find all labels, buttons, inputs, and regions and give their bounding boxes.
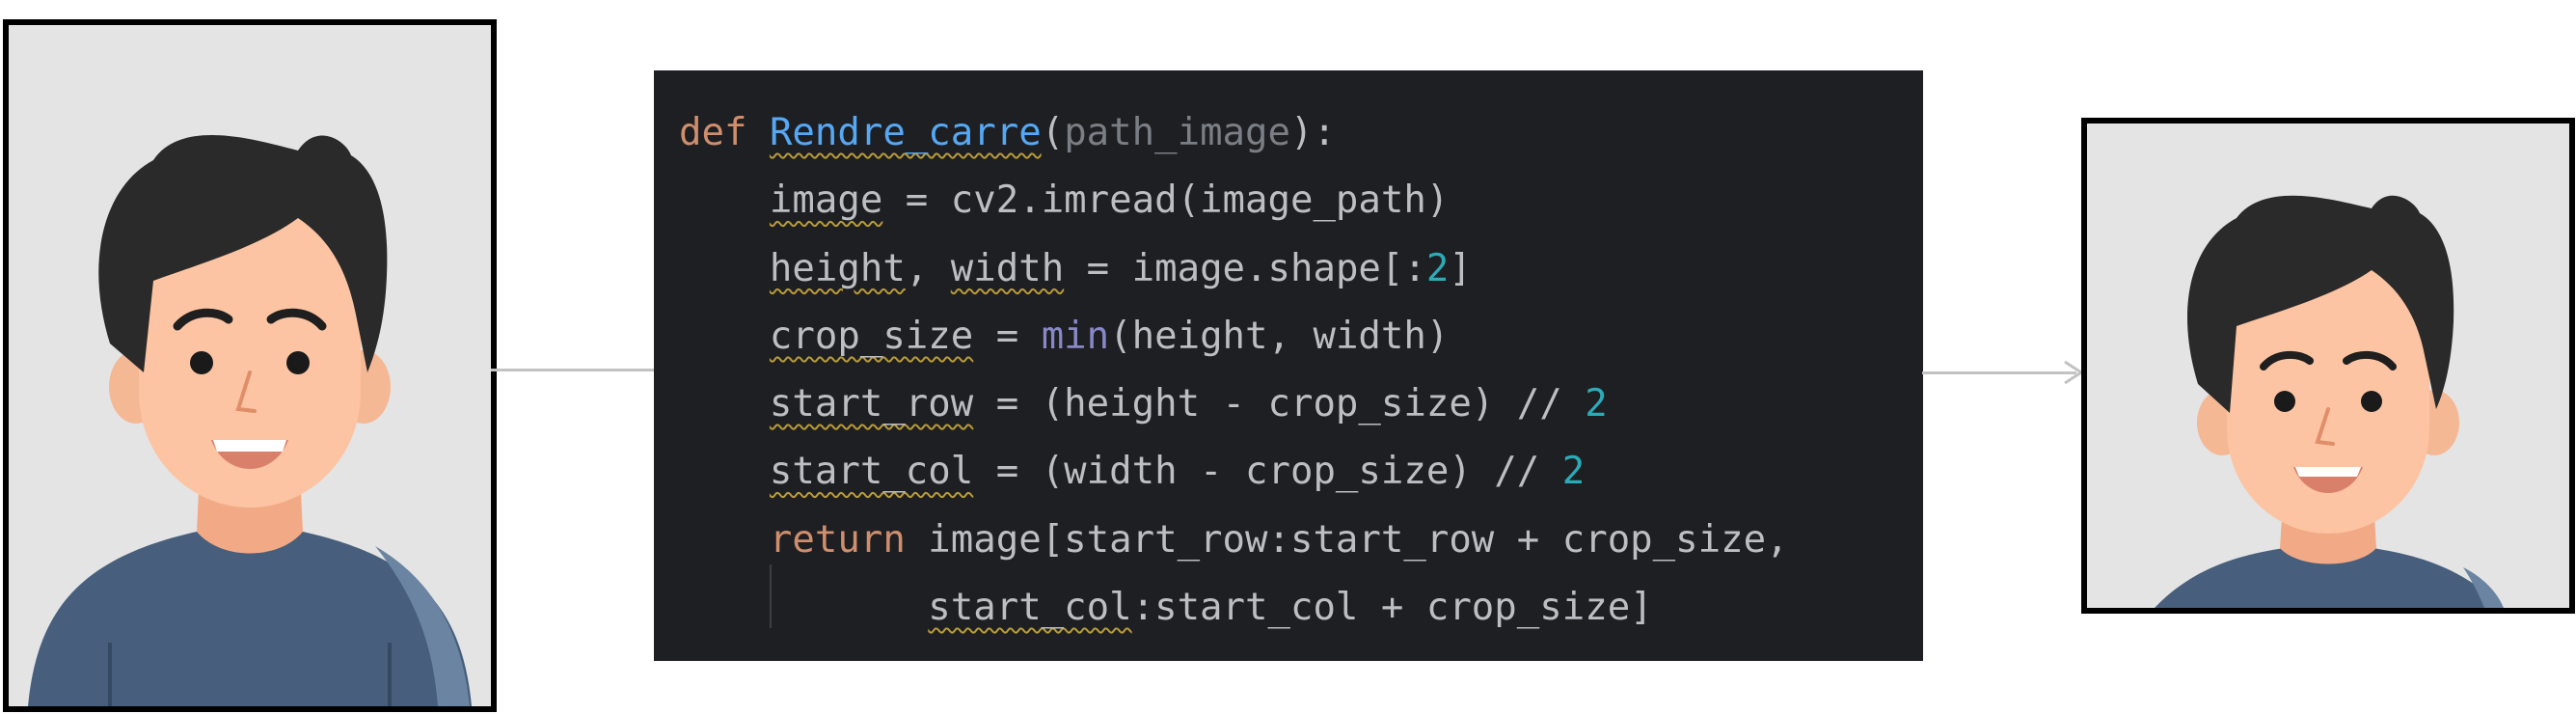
code-token: crop_size: [769, 314, 974, 358]
code-token: = (width - crop_size) //: [973, 450, 1562, 494]
code-token: image: [769, 178, 883, 223]
code-line: start_col:start_col + crop_size]: [679, 574, 1789, 642]
code-token: min: [1041, 314, 1110, 358]
connector-line-left: [491, 369, 655, 371]
code-line: height, width = image.shape[:2]: [679, 235, 1789, 303]
code-token: start_col: [769, 450, 974, 494]
code-token: def: [679, 111, 747, 154]
code-panel: def Rendre_carre(path_image): image = cv…: [654, 70, 1923, 661]
code-token: height: [769, 246, 906, 290]
code-token: start_row: [769, 382, 974, 426]
code-line: def Rendre_carre(path_image):: [679, 99, 1789, 167]
code-token: start_col: [928, 586, 1132, 630]
code-block: def Rendre_carre(path_image): image = cv…: [679, 99, 1789, 642]
code-token: = (height - crop_size) //: [973, 382, 1586, 426]
person-portrait-icon: [2155, 195, 2504, 608]
code-token: ,: [905, 246, 951, 290]
code-token: 2: [1561, 450, 1586, 494]
code-line: image = cv2.imread(image_path): [679, 167, 1789, 234]
connector-line-right: [1922, 371, 2076, 374]
output-image: [2081, 118, 2575, 614]
code-token: (: [1041, 111, 1065, 154]
diagram: def Rendre_carre(path_image): image = cv…: [0, 0, 2576, 714]
code-token: path_image: [1064, 111, 1290, 154]
code-token: = image.shape[:: [1064, 246, 1426, 290]
code-token: return: [769, 517, 906, 562]
code-token: =: [973, 314, 1042, 358]
code-token: ]: [1449, 246, 1472, 290]
code-token: = cv2.imread(image_path): [882, 178, 1450, 223]
code-token: ):: [1290, 111, 1336, 154]
code-token: 2: [1585, 382, 1608, 426]
code-token: width: [950, 246, 1065, 290]
code-token: (height, width): [1109, 314, 1450, 358]
person-portrait-icon: [28, 135, 472, 706]
code-token: :start_col + crop_size]: [1131, 586, 1653, 630]
code-token: image[start_row:start_row + crop_size,: [905, 517, 1789, 562]
shirt-shape: [28, 527, 472, 706]
code-token: 2: [1425, 246, 1450, 290]
code-line: start_row = (height - crop_size) // 2: [679, 371, 1789, 438]
code-token: Rendre_carre: [769, 111, 1042, 154]
code-line: start_col = (width - crop_size) // 2: [679, 438, 1789, 506]
code-line: crop_size = min(height, width): [679, 303, 1789, 371]
input-image: [3, 19, 497, 712]
code-line: return image[start_row:start_row + crop_…: [679, 507, 1789, 574]
